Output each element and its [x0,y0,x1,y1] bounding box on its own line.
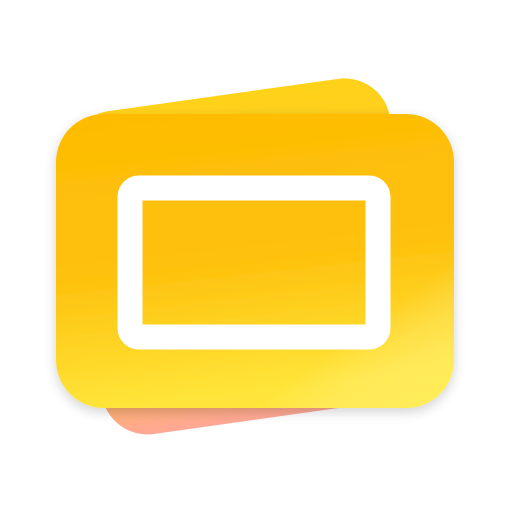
slides-app-icon [56,78,454,435]
icon-canvas [0,0,512,512]
front-card [56,114,454,408]
